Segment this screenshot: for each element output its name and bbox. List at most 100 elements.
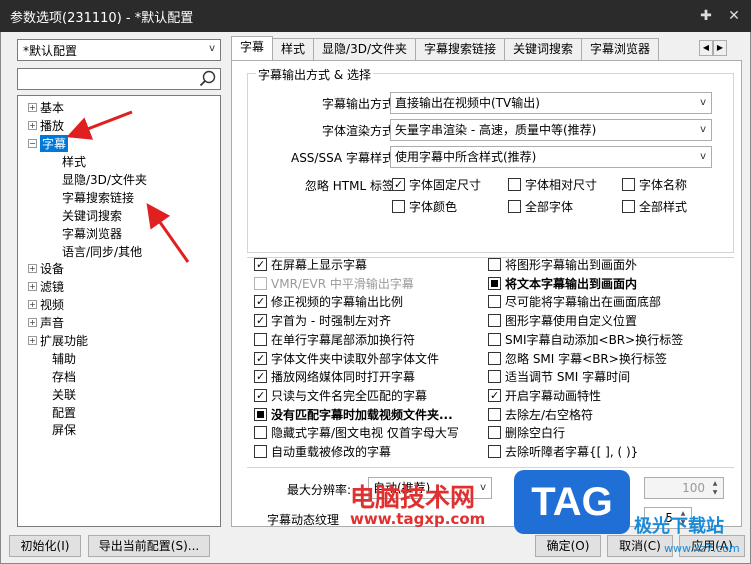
checkbox-box[interactable] [508,178,521,191]
tree-item[interactable]: + 设备 [18,260,220,278]
checkbox-option[interactable]: 隐藏式字幕/图文电视 仅首字母大写 [254,424,459,441]
checkbox-box[interactable] [254,332,267,346]
checkbox-box[interactable] [254,295,267,309]
tab[interactable]: 字幕搜索链接 [415,38,506,60]
tree-item[interactable]: + 扩展功能 [18,332,220,350]
tab-scroll-left-icon[interactable]: ◀ [699,40,713,56]
tree-item[interactable]: 存档 [18,367,220,385]
expand-icon[interactable]: + [28,336,37,346]
expand-icon[interactable]: + [28,121,37,131]
checkbox-box[interactable] [254,258,267,271]
checkbox-box[interactable] [488,276,501,290]
tab[interactable]: 关键词搜索 [504,38,583,60]
checkbox-option[interactable]: 全部字体 [508,198,573,215]
checkbox-box[interactable] [254,407,267,421]
export-config-button[interactable]: 导出当前配置(S)... [88,535,210,557]
checkbox-option[interactable]: 去除听障者字幕{[ ], ( )} [488,443,638,460]
expand-icon[interactable]: + [28,282,37,292]
checkbox-option[interactable]: 适当调节 SMI 字幕时间 [488,368,630,385]
graphic-scale-stepper[interactable]: 100 ▲ ▼ [644,477,724,499]
checkbox-box[interactable] [254,426,267,440]
category-tree[interactable]: + 基本 + 播放 − 字幕 样式 显隐/3D/文件夹 字幕搜索链接 关键词搜索 字幕浏览器 语言/同… [17,95,221,527]
tab[interactable]: 样式 [272,38,315,60]
tree-item[interactable]: 关联 [18,385,220,403]
tree-item[interactable]: 样式 [18,153,220,171]
checkbox-box[interactable] [488,314,501,328]
ok-button[interactable]: 确定(O) [535,535,601,557]
checkbox-option[interactable]: 将图形字幕输出到画面外 [488,256,637,273]
checkbox-option[interactable]: 图形字幕使用自定义位置 [488,312,637,329]
max-resolution-select[interactable]: 自动(推荐) v [368,477,492,499]
checkbox-option[interactable]: 在屏幕上显示字幕 [254,256,367,273]
render-mode-select[interactable]: 矢量字串渲染 - 高速，质量中等(推荐) v [390,119,712,141]
cancel-button[interactable]: 取消(C) [607,535,673,557]
checkbox-box[interactable] [488,332,501,346]
checkbox-option[interactable]: 开启字幕动画特性 [488,387,601,404]
checkbox-option[interactable]: 尽可能将字幕输出在画面底部 [488,293,661,310]
checkbox-box[interactable] [488,445,501,458]
collapse-icon[interactable]: − [28,139,37,149]
init-button[interactable]: 初始化(I) [9,535,81,557]
checkbox-option[interactable]: SMI字幕自动添加<BR>换行标签 [488,331,683,348]
tree-item[interactable]: + 播放 [18,117,220,135]
tree-item[interactable]: − 字幕 [18,135,220,153]
checkbox-option[interactable]: 字体颜色 [392,198,457,215]
checkbox-option[interactable]: 字体相对尺寸 [508,176,597,193]
checkbox-option[interactable]: 只读与文件名完全匹配的字幕 [254,387,427,404]
checkbox-box[interactable] [488,351,501,365]
checkbox-option[interactable]: 全部样式 [622,198,687,215]
tree-item[interactable]: + 声音 [18,314,220,332]
checkbox-option[interactable]: 忽略 SMI 字幕<BR>换行标签 [488,350,667,367]
checkbox-box[interactable] [254,351,267,365]
checkbox-box[interactable] [488,295,501,309]
tab[interactable]: 显隐/3D/文件夹 [313,38,416,60]
tree-item[interactable]: 辅助 [18,349,220,367]
search-icon[interactable] [198,69,218,89]
tree-item[interactable]: 配置 [18,403,220,421]
checkbox-box[interactable] [254,276,267,290]
tree-item[interactable]: 关键词搜索 [18,206,220,224]
stepper-arrows-icon[interactable]: ▲ ▼ [676,509,690,527]
ass-style-select[interactable]: 使用字幕中所含样式(推荐) v [390,146,712,168]
checkbox-option[interactable]: 没有匹配字幕时加载视频文件夹... [254,406,453,423]
checkbox-option[interactable]: VMR/EVR 中平滑输出字幕 [254,275,414,292]
checkbox-box[interactable] [622,200,635,213]
apply-button[interactable]: 应用(A) [679,535,745,557]
tab-scroll-right-icon[interactable]: ▶ [713,40,727,56]
checkbox-option[interactable]: 播放网络媒体同时打开字幕 [254,368,415,385]
checkbox-option[interactable]: 删除空白行 [488,424,565,441]
tree-item[interactable]: 语言/同步/其他 [18,242,220,260]
checkbox-box[interactable] [488,426,501,440]
checkbox-box[interactable] [254,370,267,384]
checkbox-option[interactable]: 将文本字幕输出到画面内 [488,275,637,292]
tree-item[interactable]: 屏保 [18,421,220,439]
expand-icon[interactable]: + [28,103,37,113]
pin-icon[interactable]: ✚ [695,5,717,27]
checkbox-box[interactable] [254,445,267,458]
tree-item[interactable]: + 视频 [18,296,220,314]
preset-select[interactable]: *默认配置 v [17,39,221,61]
checkbox-option[interactable]: 自动重载被修改的字幕 [254,443,391,460]
checkbox-box[interactable] [488,407,501,421]
checkbox-option[interactable]: 字体文件夹中读取外部字体文件 [254,350,439,367]
checkbox-box[interactable] [488,370,501,384]
checkbox-box[interactable] [488,388,501,402]
checkbox-option[interactable]: 修正视频的字幕输出比例 [254,293,403,310]
checkbox-option[interactable]: 字首为 - 时强制左对齐 [254,312,391,329]
checkbox-box[interactable] [508,200,521,213]
tab[interactable]: 字幕浏览器 [581,38,660,60]
checkbox-box[interactable] [622,178,635,191]
tree-item[interactable]: 显隐/3D/文件夹 [18,171,220,189]
buffer-stepper[interactable]: 5 ▲ ▼ [644,507,692,529]
checkbox-box[interactable] [392,200,405,213]
checkbox-option[interactable]: 在单行字幕尾部添加换行符 [254,331,415,348]
tree-item[interactable]: 字幕浏览器 [18,224,220,242]
checkbox-box[interactable] [392,178,405,191]
expand-icon[interactable]: + [28,318,37,328]
tab[interactable]: 字幕 [231,36,274,60]
tree-item[interactable]: 字幕搜索链接 [18,188,220,206]
stepper-arrows-icon[interactable]: ▲ ▼ [708,479,722,497]
checkbox-option[interactable]: 字体名称 [622,176,687,193]
checkbox-option[interactable]: 去除左/右空格符 [488,406,593,423]
search-input[interactable] [17,68,221,90]
